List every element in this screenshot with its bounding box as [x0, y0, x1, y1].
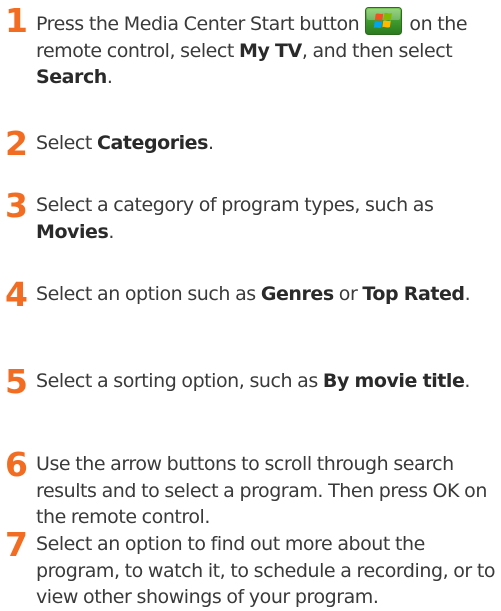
- step-text: Use the arrow buttons to scroll through …: [36, 453, 487, 528]
- step-number: 2: [5, 124, 28, 163]
- step-text: Select Categories.: [36, 132, 214, 154]
- step-number: 7: [5, 525, 28, 564]
- step-number: 6: [5, 445, 28, 484]
- step-text: Select an option such as Genres or Top R…: [36, 283, 471, 305]
- media-center-start-icon: [365, 7, 403, 35]
- step-text: Press the Media Center Start button on t…: [36, 7, 498, 91]
- step-number: 1: [5, 1, 28, 40]
- step-number: 3: [5, 186, 28, 225]
- step-text: Select an option to find out more about …: [36, 533, 496, 608]
- step-text: Select a sorting option, such as By movi…: [36, 370, 471, 392]
- step-number: 5: [5, 362, 28, 401]
- step-text: Select a category of program types, such…: [36, 194, 434, 243]
- step-number: 4: [5, 275, 28, 314]
